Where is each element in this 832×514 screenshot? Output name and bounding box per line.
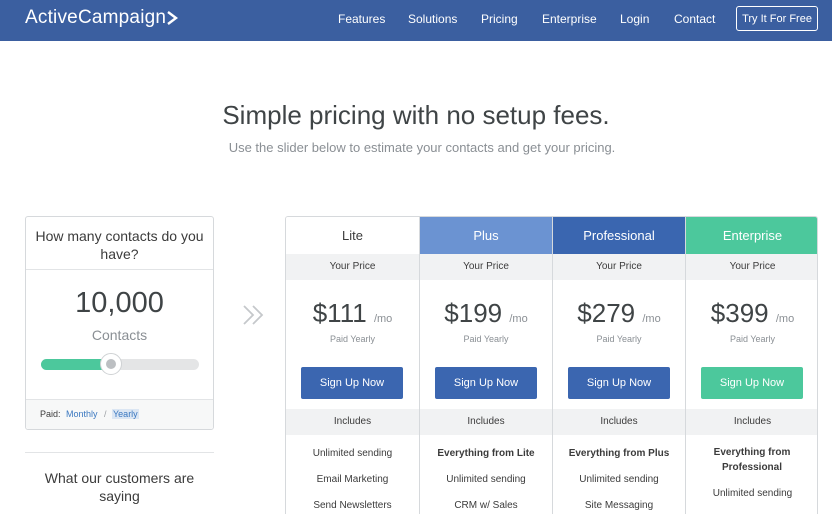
price-period: /mo: [775, 313, 795, 325]
plan-price: $199 /mo: [420, 298, 552, 329]
logo-text[interactable]: ActiveCampaign: [25, 7, 166, 29]
contacts-label: Contacts: [91, 327, 148, 343]
feature-item: Site Messaging: [584, 500, 654, 511]
plan-column-plus: Plus Your Price $199 /mo Paid Yearly Sig…: [419, 217, 552, 514]
billing-note: Paid Yearly: [729, 334, 776, 344]
feature-item: Everything from Professional: [713, 447, 791, 473]
includes-label: Includes: [553, 409, 685, 435]
contacts-count: 10,000: [75, 287, 164, 319]
signup-button-plus[interactable]: Sign Up Now: [435, 367, 537, 399]
try-free-button[interactable]: Try It For Free: [736, 6, 818, 31]
pricing-table: Lite Your Price $111 /mo Paid Yearly Sig…: [285, 216, 818, 514]
feature-item: Everything from Plus: [568, 448, 670, 459]
nav-link-features[interactable]: Features: [338, 12, 385, 26]
billing-note: Paid Yearly: [596, 334, 642, 344]
nav-link-contact[interactable]: Contact: [674, 12, 715, 26]
feature-item: Unlimited sending: [312, 448, 393, 459]
signup-button-lite[interactable]: Sign Up Now: [301, 367, 403, 399]
chevron-right-icon: [167, 11, 178, 25]
price-label: Your Price: [420, 254, 552, 280]
paid-label: Paid:: [40, 409, 61, 419]
billing-toggle: Paid: Monthly / Yearly: [26, 400, 213, 429]
price-amount: $399: [710, 298, 769, 328]
double-chevron-right-icon: [243, 305, 264, 325]
price-period: /mo: [642, 313, 661, 325]
billing-monthly-link[interactable]: Monthly: [66, 409, 98, 419]
price-label: Your Price: [686, 254, 817, 280]
feature-item: CRM w/ Sales: [454, 500, 518, 511]
feature-item: Send Newsletters: [313, 500, 392, 511]
plan-header: Professional: [553, 217, 685, 254]
nav-link-enterprise[interactable]: Enterprise: [542, 12, 597, 26]
feature-item: Unlimited sending: [446, 474, 526, 485]
plan-column-enterprise: Enterprise Your Price $399 /mo Paid Year…: [685, 217, 817, 514]
feature-item: Unlimited sending: [712, 488, 793, 499]
price-period: /mo: [509, 313, 528, 325]
page-subtitle: Use the slider below to estimate your co…: [228, 140, 616, 155]
includes-label: Includes: [286, 409, 419, 435]
slider-thumb[interactable]: [99, 353, 122, 375]
page-title: Simple pricing with no setup fees.: [222, 100, 610, 130]
contacts-question: How many contacts do you have?: [35, 228, 204, 262]
plan-column-professional: Professional Your Price $279 /mo Paid Ye…: [552, 217, 685, 514]
contacts-slider[interactable]: [41, 353, 199, 375]
plan-column-lite: Lite Your Price $111 /mo Paid Yearly Sig…: [286, 217, 419, 514]
billing-note: Paid Yearly: [329, 334, 376, 344]
price-amount: $199: [444, 298, 503, 328]
signup-button-professional[interactable]: Sign Up Now: [568, 367, 670, 399]
nav-link-solutions[interactable]: Solutions: [408, 12, 457, 26]
billing-yearly-link[interactable]: Yearly: [112, 409, 139, 419]
plan-header: Plus: [420, 217, 552, 254]
top-nav: ActiveCampaign Features Solutions Pricin…: [0, 0, 832, 41]
plan-header: Lite: [286, 217, 419, 254]
contacts-card: How many contacts do you have? 10,000 Co…: [25, 216, 214, 430]
includes-label: Includes: [686, 409, 817, 435]
plan-price: $399 /mo: [686, 298, 817, 329]
feature-item: Everything from Lite: [437, 448, 535, 459]
price-amount: $111: [312, 298, 367, 328]
section-divider: [25, 452, 214, 453]
price-amount: $279: [577, 298, 636, 328]
plan-price: $111 /mo: [286, 298, 419, 329]
nav-link-pricing[interactable]: Pricing: [481, 12, 518, 26]
price-label: Your Price: [553, 254, 685, 280]
billing-separator: /: [104, 409, 107, 419]
customers-title: What our customers are saying: [44, 470, 195, 504]
plan-header: Enterprise: [686, 217, 817, 254]
billing-note: Paid Yearly: [463, 334, 509, 344]
feature-item: Unlimited sending: [579, 474, 659, 485]
price-label: Your Price: [286, 254, 419, 280]
feature-item: Email Marketing: [316, 474, 389, 485]
card-divider: [26, 269, 213, 270]
price-period: /mo: [373, 313, 393, 325]
signup-button-enterprise[interactable]: Sign Up Now: [701, 367, 803, 399]
nav-link-login[interactable]: Login: [620, 12, 649, 26]
includes-label: Includes: [420, 409, 552, 435]
plan-price: $279 /mo: [553, 298, 685, 329]
